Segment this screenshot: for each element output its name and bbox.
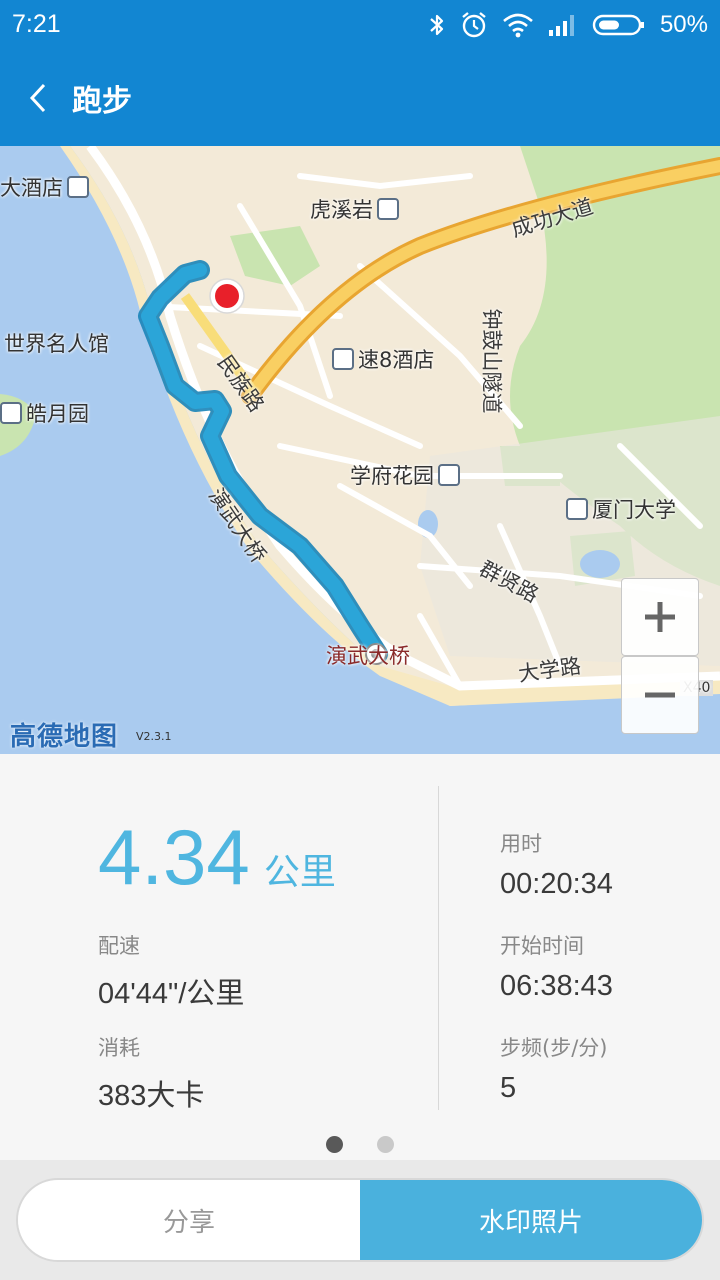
distance-display: 4.34 公里	[98, 812, 336, 903]
pace-label: 配速	[98, 934, 140, 958]
stats-divider	[438, 786, 439, 1110]
map-label-hotel: 大酒店	[0, 172, 89, 202]
landmark-icon	[0, 402, 22, 424]
signal-icon	[548, 12, 578, 38]
page-dot-2[interactable]	[377, 1136, 394, 1153]
map-label-zhonggu: 钟鼓山隧道	[479, 308, 504, 414]
pace-value: 04'44"/公里	[98, 978, 245, 1010]
duration-label: 用时	[500, 832, 542, 856]
app-header: 跑步	[0, 50, 720, 146]
map-version: V2.3.1	[136, 730, 172, 743]
status-icons: 50%	[428, 8, 708, 42]
bluetooth-icon	[428, 12, 446, 38]
hotel-icon	[332, 348, 354, 370]
page-indicator	[0, 1136, 720, 1156]
map-label-text: 学府花园	[350, 464, 434, 488]
start-time-value: 06:38:43	[500, 970, 613, 1002]
map-label-text: 大酒店	[0, 176, 63, 200]
page-dot-1[interactable]	[326, 1136, 343, 1153]
battery-icon	[592, 12, 646, 38]
map-label-huxiyan: 虎溪岩	[310, 194, 399, 224]
school-icon	[566, 498, 588, 520]
plus-icon	[645, 602, 675, 632]
map-label-text: 虎溪岩	[310, 198, 373, 222]
duration-value: 00:20:34	[500, 868, 613, 900]
route-map[interactable]: 大酒店 虎溪岩 成功大道 世界名人馆 皓月园 民族路 速8酒店 钟鼓山隧道 学府…	[0, 146, 720, 754]
cadence-label: 步频(步/分)	[500, 1036, 608, 1060]
map-label-world-celeb: 世界名人馆	[4, 332, 109, 356]
run-stats-panel: 4.34 公里 配速 04'44"/公里 消耗 383大卡 用时 00:20:3…	[0, 754, 720, 1160]
status-time: 7:21	[12, 10, 61, 38]
action-button-group: 分享 水印照片	[16, 1178, 704, 1262]
back-button[interactable]	[28, 80, 62, 116]
map-label-xiamen-univ: 厦门大学	[566, 494, 676, 524]
alarm-icon	[460, 11, 488, 39]
minus-icon	[645, 692, 675, 698]
map-label-yanwu-bridge: 演武大桥	[326, 644, 410, 668]
chevron-left-icon	[29, 83, 46, 113]
landmark-icon	[377, 198, 399, 220]
page-title: 跑步	[72, 84, 132, 119]
distance-unit: 公里	[263, 852, 336, 893]
hotel-icon	[67, 176, 89, 198]
map-label-haoyue: 皓月园	[0, 398, 89, 428]
battery-percent: 50%	[659, 11, 708, 38]
residence-icon	[438, 464, 460, 486]
calories-label: 消耗	[98, 1036, 140, 1060]
map-label-text: 速8酒店	[358, 348, 435, 372]
zoom-in-button[interactable]	[621, 578, 699, 656]
distance-value: 4.34	[98, 813, 250, 901]
cadence-value: 5	[500, 1072, 517, 1104]
zoom-out-button[interactable]	[621, 656, 699, 734]
start-time-label: 开始时间	[500, 934, 584, 958]
map-logo: 高德地图	[10, 722, 119, 752]
map-label-su8: 速8酒店	[332, 344, 434, 374]
map-label-xuefu: 学府花园	[350, 460, 460, 490]
bottom-action-bar: 分享 水印照片	[0, 1160, 720, 1280]
calories-value: 383大卡	[98, 1080, 205, 1112]
share-button[interactable]: 分享	[18, 1180, 360, 1260]
status-bar: 7:21 50%	[0, 0, 720, 50]
watermark-photo-button[interactable]: 水印照片	[360, 1180, 702, 1260]
wifi-icon	[502, 12, 534, 38]
map-label-text: 皓月园	[26, 402, 89, 426]
map-label-text: 厦门大学	[592, 498, 676, 522]
